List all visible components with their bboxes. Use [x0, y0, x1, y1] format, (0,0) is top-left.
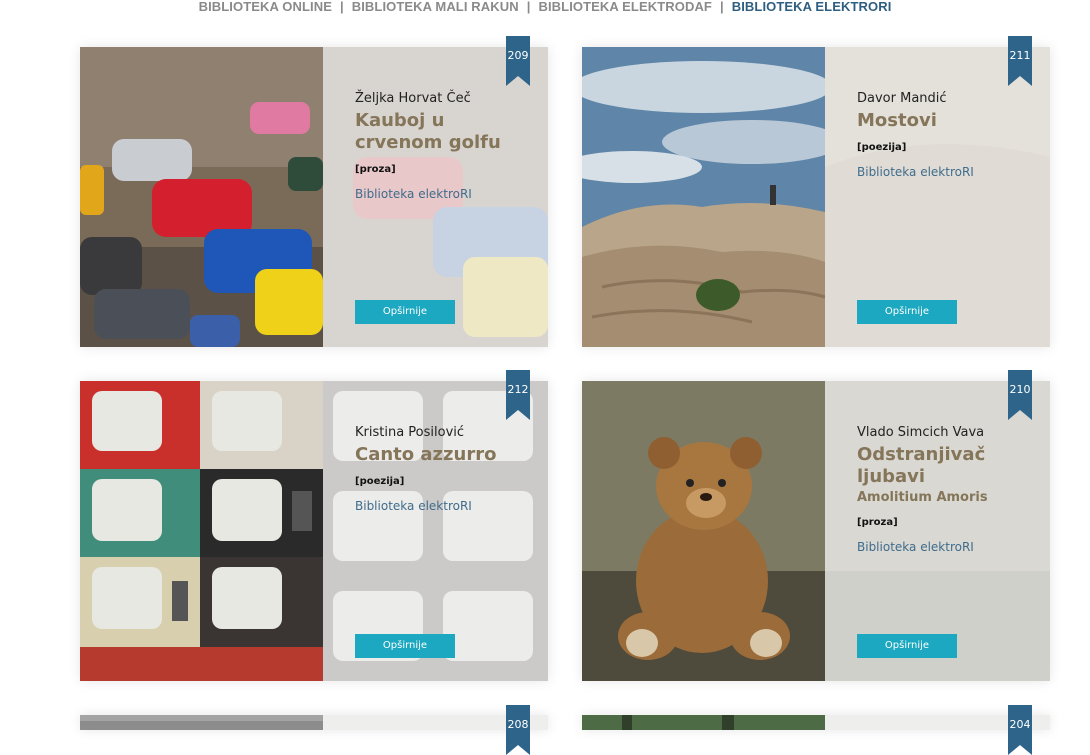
book-title[interactable]: Odstranjivač ljubavi — [857, 444, 1037, 488]
more-button[interactable]: Opširnije — [355, 634, 455, 658]
book-card — [80, 715, 548, 730]
book-card: Vlado Simcich Vava Odstranjivač ljubavi … — [582, 381, 1050, 681]
book-cover-image[interactable] — [80, 715, 323, 730]
book-title[interactable]: Kauboj u crvenom golfu — [355, 110, 535, 154]
number-badge: 210 — [1008, 370, 1032, 420]
book-title[interactable]: Mostovi — [857, 110, 1037, 132]
book-author: Željka Horvat Čeč — [355, 91, 471, 106]
book-genre: [proza] — [355, 164, 396, 175]
book-author: Kristina Posilović — [355, 425, 465, 440]
nav-separator: | — [526, 0, 531, 14]
book-number: 204 — [1009, 718, 1031, 731]
book-cover-image[interactable] — [80, 47, 323, 347]
book-cover-image[interactable] — [582, 715, 825, 730]
book-info: Vlado Simcich Vava Odstranjivač ljubavi … — [857, 425, 1037, 554]
number-badge: 204 — [1008, 705, 1032, 755]
book-card: Davor Mandić Mostovi [poezija] Bibliotek… — [582, 47, 1050, 347]
more-button[interactable]: Opširnije — [355, 300, 455, 324]
nav-biblioteka-online[interactable]: BIBLIOTEKA ONLINE — [199, 0, 332, 14]
book-number: 210 — [1009, 383, 1031, 396]
book-info: Kristina Posilović Canto azzurro [poezij… — [355, 425, 535, 513]
number-badge: 211 — [1008, 36, 1032, 86]
book-card — [582, 715, 1050, 730]
library-nav: BIBLIOTEKA ONLINE | BIBLIOTEKA MALI RAKUN |… — [0, 0, 1090, 16]
library-link[interactable]: Biblioteka elektroRI — [355, 499, 535, 513]
book-title[interactable]: Canto azzurro — [355, 444, 535, 466]
book-card: Kristina Posilović Canto azzurro [poezij… — [80, 381, 548, 681]
book-genre: [poezija] — [355, 476, 405, 487]
book-author: Davor Mandić — [857, 91, 947, 106]
nav-separator: | — [339, 0, 344, 14]
nav-biblioteka-elektrori[interactable]: BIBLIOTEKA ELEKTRORI — [732, 0, 892, 14]
library-link[interactable]: Biblioteka elektroRI — [857, 165, 1037, 179]
number-badge: 208 — [506, 705, 530, 755]
library-link[interactable]: Biblioteka elektroRI — [857, 540, 1037, 554]
book-number: 209 — [507, 49, 529, 62]
book-genre: [poezija] — [857, 142, 907, 153]
book-card: Željka Horvat Čeč Kauboj u crvenom golfu… — [80, 47, 548, 347]
book-cover-image[interactable] — [582, 381, 825, 681]
book-number: 211 — [1009, 49, 1031, 62]
book-info: Davor Mandić Mostovi [poezija] Bibliotek… — [857, 91, 1037, 179]
nav-biblioteka-elektrodaf[interactable]: BIBLIOTEKA ELEKTRODAF — [538, 0, 712, 14]
nav-separator: | — [719, 0, 724, 14]
book-author: Vlado Simcich Vava — [857, 425, 985, 440]
book-subtitle: Amolitium Amoris — [857, 490, 988, 505]
book-cover-image[interactable] — [80, 381, 323, 681]
book-cover-image[interactable] — [582, 47, 825, 347]
book-number: 212 — [507, 383, 529, 396]
more-button[interactable]: Opširnije — [857, 300, 957, 324]
nav-biblioteka-mali-rakun[interactable]: BIBLIOTEKA MALI RAKUN — [352, 0, 519, 14]
more-button[interactable]: Opširnije — [857, 634, 957, 658]
book-number: 208 — [507, 718, 529, 731]
number-badge: 212 — [506, 370, 530, 420]
book-genre: [proza] — [857, 517, 898, 528]
book-info: Željka Horvat Čeč Kauboj u crvenom golfu… — [355, 91, 535, 201]
number-badge: 209 — [506, 36, 530, 86]
library-link[interactable]: Biblioteka elektroRI — [355, 187, 535, 201]
